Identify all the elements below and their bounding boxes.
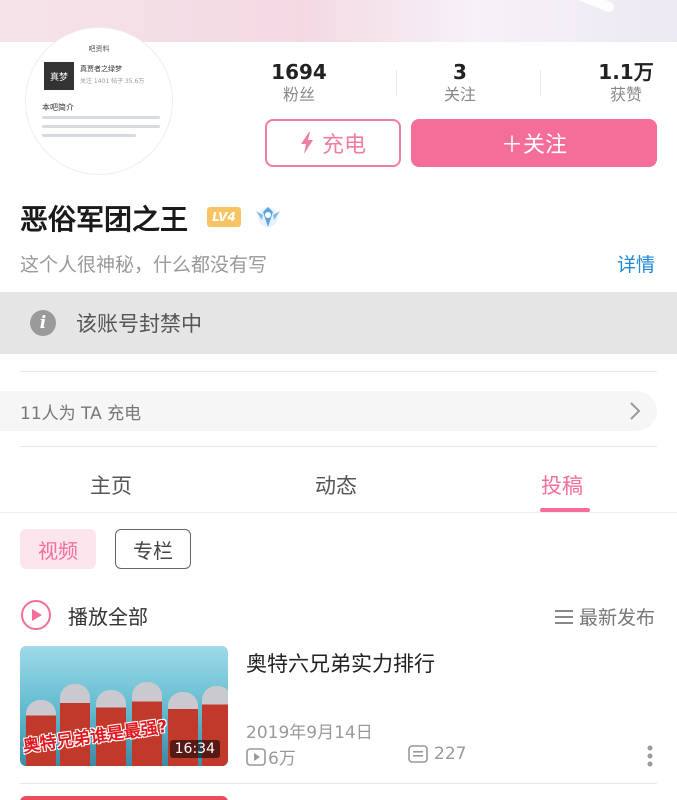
chip-column[interactable]: 专栏 xyxy=(115,529,191,569)
stat-fans-label: 粉丝 xyxy=(282,85,315,104)
profile-tabs: 主页 动态 投稿 xyxy=(0,462,677,512)
stat-following-value: 3 xyxy=(453,60,467,84)
divider xyxy=(20,783,657,784)
avatar-name-text: 真贾者之绿梦 xyxy=(80,65,122,73)
level-badge: LV4 xyxy=(207,207,241,227)
avatar-text-lines xyxy=(42,116,160,143)
video-date: 2019年9月14日 xyxy=(246,723,373,743)
menu-icon xyxy=(554,609,573,624)
avatar-logo-text: 真梦 xyxy=(49,73,68,83)
avatar-stats-text: 关注 1401 帖子 35.6万 xyxy=(80,78,145,85)
tab-home[interactable]: 主页 xyxy=(90,470,132,500)
charge-supporters-text: 11人为 TA 充电 xyxy=(20,403,142,424)
video-comments: 227 xyxy=(408,744,466,764)
sort-label: 最新发布 xyxy=(578,607,655,629)
video-stats: 6万 227 xyxy=(246,744,646,769)
stat-likes-label: 获赞 xyxy=(609,85,642,104)
lightning-icon xyxy=(300,132,313,154)
video-duration: 16:34 xyxy=(169,740,220,758)
charge-button-label: 充电 xyxy=(321,133,366,158)
video-views: 6万 xyxy=(246,744,296,769)
stat-divider xyxy=(396,70,397,96)
stat-likes-value: 1.1万 xyxy=(598,60,654,84)
user-bio: 这个人很神秘，什么都没有写 xyxy=(20,254,268,276)
official-badge-icon[interactable] xyxy=(253,203,283,231)
banned-notice: i 该账号封禁中 xyxy=(0,292,677,354)
stat-following-label: 关注 xyxy=(443,85,476,104)
banner-decoration xyxy=(444,0,616,14)
play-circle-icon xyxy=(21,600,51,630)
play-count-icon xyxy=(246,747,266,766)
divider xyxy=(0,512,677,513)
follow-button[interactable]: ＋关注 xyxy=(411,119,657,167)
stat-divider xyxy=(540,70,541,96)
avatar-header-text: 吧资料 xyxy=(88,45,110,53)
comment-icon xyxy=(408,745,428,763)
stat-following[interactable]: 3 关注 xyxy=(412,60,508,106)
avatar[interactable]: 吧资料 真梦 真贾者之绿梦 关注 1401 帖子 35.6万 本吧简介 xyxy=(26,28,172,174)
video-title[interactable]: 奥特六兄弟实力排行 xyxy=(246,648,435,678)
play-all-button[interactable]: 播放全部 xyxy=(20,598,148,632)
video-thumbnail[interactable]: 奥特兄弟谁是最强? 16:34 xyxy=(20,646,228,766)
stat-likes[interactable]: 1.1万 获赞 xyxy=(578,60,674,106)
divider xyxy=(20,446,657,447)
banned-notice-text: 该账号封禁中 xyxy=(76,312,202,336)
charge-button[interactable]: 充电 xyxy=(265,119,401,167)
sort-button[interactable]: 最新发布 xyxy=(554,603,655,630)
video-views-value: 6万 xyxy=(268,749,296,769)
more-options-icon[interactable] xyxy=(646,744,654,768)
tab-uploads[interactable]: 投稿 xyxy=(541,470,583,500)
info-icon: i xyxy=(30,310,56,336)
play-all-label: 播放全部 xyxy=(68,604,148,629)
stat-fans-value: 1694 xyxy=(271,60,327,84)
video-comments-value: 227 xyxy=(434,744,467,764)
chip-video[interactable]: 视频 xyxy=(20,529,96,569)
next-video-thumbnail[interactable] xyxy=(20,796,228,800)
charge-supporters-row[interactable]: 11人为 TA 充电 xyxy=(0,391,657,431)
detail-link[interactable]: 详情 xyxy=(617,250,655,277)
username: 恶俗军团之王 xyxy=(20,203,189,236)
divider xyxy=(20,371,657,372)
avatar-section-text: 本吧简介 xyxy=(42,103,74,112)
stat-fans[interactable]: 1694 粉丝 xyxy=(252,60,346,106)
chevron-right-icon xyxy=(630,402,641,420)
follow-button-label: ＋关注 xyxy=(500,133,567,158)
tab-dynamics[interactable]: 动态 xyxy=(315,470,357,500)
